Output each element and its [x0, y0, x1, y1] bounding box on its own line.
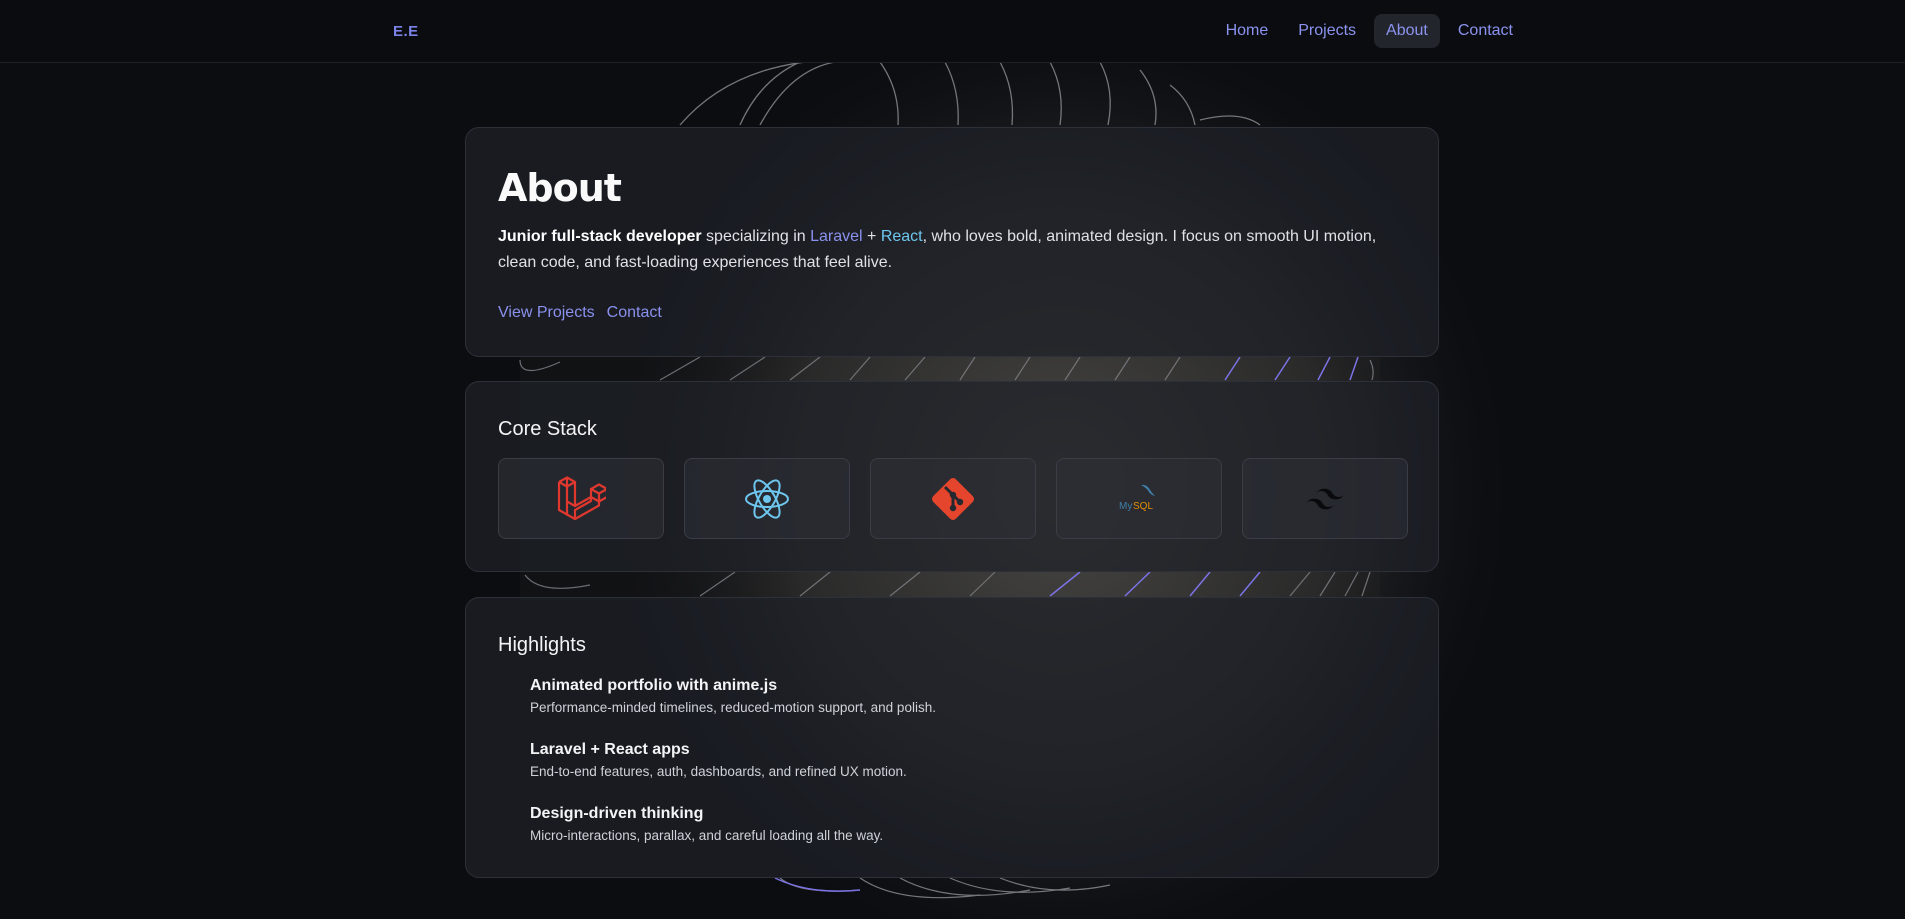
view-projects-link[interactable]: View Projects	[498, 304, 595, 322]
highlight-title: Laravel + React apps	[530, 741, 690, 758]
react-icon	[745, 478, 789, 519]
mysql-icon: My SQL	[1119, 484, 1155, 512]
highlight-desc: Performance-minded timelines, reduced-mo…	[530, 700, 936, 715]
tech-laravel: Laravel	[810, 228, 863, 245]
mysql-text-sql: SQL	[1133, 501, 1153, 512]
stack-tile-tailwind[interactable]	[1242, 458, 1408, 539]
laravel-icon	[557, 475, 606, 520]
highlights-list: Animated portfolio with anime.js Perform…	[530, 676, 936, 868]
tech-react: React	[880, 228, 923, 245]
core-stack-card: Core Stack My SQL	[465, 381, 1439, 572]
site-logo[interactable]: E.E	[393, 23, 419, 40]
nav-links: Home Projects About Contact	[1214, 14, 1525, 48]
stack-tile-git[interactable]	[870, 458, 1036, 539]
mysql-text-my: My	[1119, 501, 1132, 512]
about-card: About Junior full-stack developer specia…	[465, 127, 1439, 357]
stack-tile-react[interactable]	[684, 458, 850, 539]
about-intro: Junior full-stack developer specializing…	[498, 224, 1378, 276]
section-title: Core Stack	[498, 418, 597, 440]
intro-mid: specializing in	[701, 228, 811, 245]
intro-plus: +	[862, 228, 881, 245]
tailwind-icon	[1305, 488, 1345, 509]
top-navbar: E.E Home Projects About Contact	[0, 0, 1905, 63]
nav-link-projects[interactable]: Projects	[1286, 14, 1368, 48]
git-icon	[932, 477, 974, 520]
highlights-card: Highlights Animated portfolio with anime…	[465, 597, 1439, 878]
highlight-title: Design-driven thinking	[530, 805, 704, 822]
highlight-desc: End-to-end features, auth, dashboards, a…	[530, 764, 907, 779]
nav-link-about[interactable]: About	[1374, 14, 1440, 48]
stack-tile-laravel[interactable]	[498, 458, 664, 539]
about-ctas: View Projects Contact	[498, 304, 662, 322]
nav-link-contact[interactable]: Contact	[1446, 14, 1525, 48]
highlight-title: Animated portfolio with anime.js	[530, 677, 778, 694]
highlight-desc: Micro-interactions, parallax, and carefu…	[530, 828, 884, 843]
page-title: About	[498, 166, 622, 210]
highlight-item: Laravel + React apps End-to-end features…	[530, 740, 936, 804]
stack-tiles: My SQL	[498, 458, 1408, 539]
contact-link[interactable]: Contact	[607, 304, 662, 322]
highlight-item: Animated portfolio with anime.js Perform…	[530, 676, 936, 740]
section-title: Highlights	[498, 634, 586, 656]
intro-bold: Junior full-stack developer	[498, 228, 702, 245]
highlight-item: Design-driven thinking Micro-interaction…	[530, 804, 936, 868]
stack-tile-mysql[interactable]: My SQL	[1056, 458, 1222, 539]
nav-link-home[interactable]: Home	[1214, 14, 1281, 48]
